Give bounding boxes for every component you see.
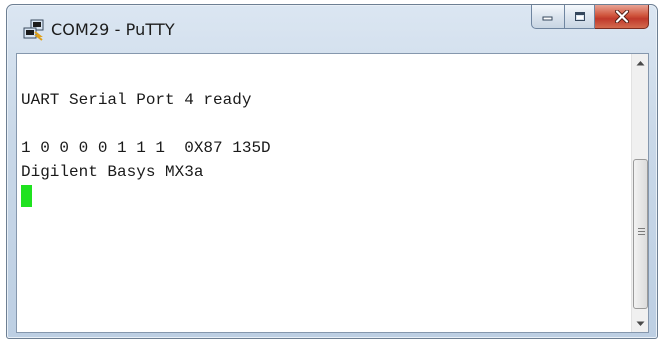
arrow-up-icon (636, 60, 645, 65)
terminal-line: Digilent Basys MX3a (21, 163, 204, 181)
arrow-down-icon (636, 321, 645, 326)
title-bar[interactable]: COM29 - PuTTY (7, 5, 657, 53)
close-button[interactable] (595, 5, 649, 29)
putty-icon[interactable] (23, 19, 45, 41)
terminal-line: UART Serial Port 4 ready (21, 91, 252, 109)
terminal-cursor (21, 185, 32, 207)
terminal-output[interactable]: UART Serial Port 4 ready 1 0 0 0 0 1 1 1… (17, 54, 631, 332)
window-controls (531, 5, 649, 29)
terminal-client-area: UART Serial Port 4 ready 1 0 0 0 0 1 1 1… (16, 53, 649, 333)
close-icon (614, 10, 629, 23)
minimize-icon (542, 16, 553, 20)
cursor-line (21, 184, 631, 208)
scroll-thumb[interactable] (633, 159, 648, 309)
scroll-up-button[interactable] (632, 54, 649, 71)
window-title: COM29 - PuTTY (51, 20, 175, 39)
minimize-button[interactable] (531, 5, 565, 29)
maximize-icon (574, 12, 585, 21)
grip-icon (638, 228, 645, 237)
scroll-down-button[interactable] (632, 315, 649, 332)
maximize-button[interactable] (565, 5, 595, 29)
terminal-line: 1 0 0 0 0 1 1 1 0X87 135D (21, 139, 271, 157)
putty-window: COM29 - PuTTY UART Serial Port 4 ready 1… (6, 4, 658, 339)
vertical-scrollbar[interactable] (631, 54, 648, 332)
